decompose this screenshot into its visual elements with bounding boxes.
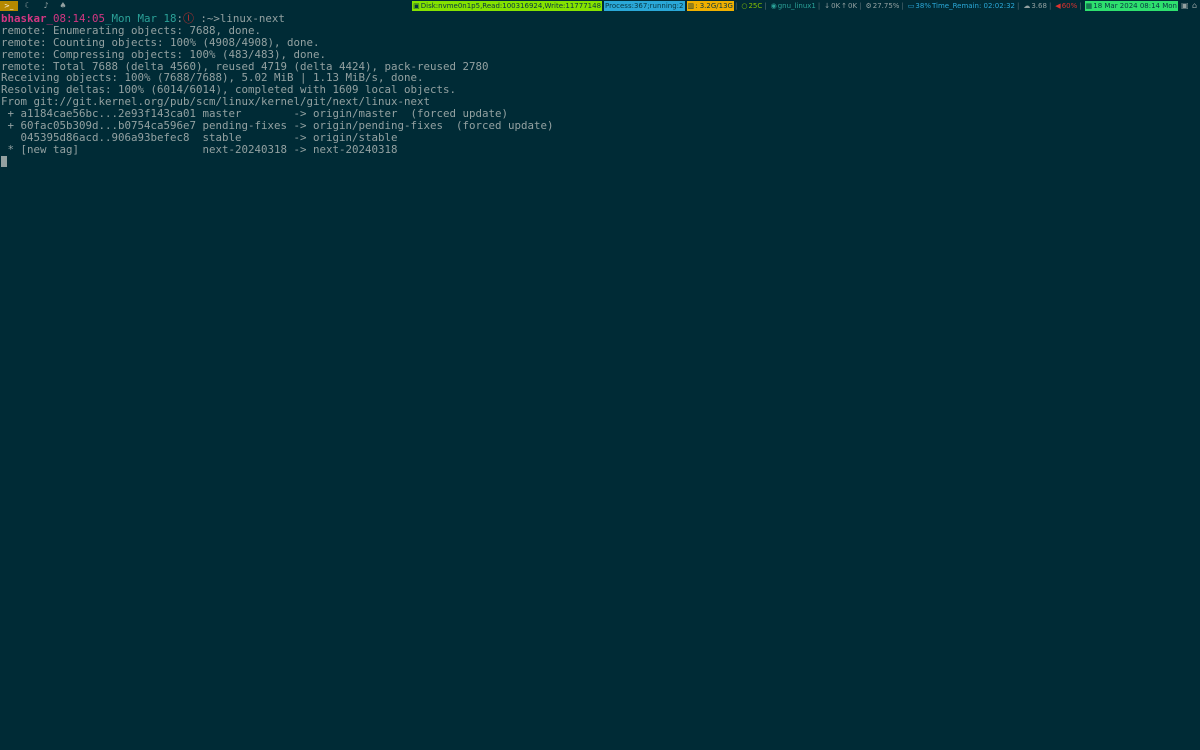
separator: | <box>1016 2 1020 10</box>
wifi-icon: ◉ <box>770 2 777 10</box>
terminal-cursor <box>1 156 7 167</box>
workspace-note[interactable]: ♪ <box>40 1 52 11</box>
disk-icon: ▣ <box>413 2 420 10</box>
process-text: Process:367;running:2 <box>605 2 684 10</box>
process-status: Process:367;running:2 <box>604 1 685 11</box>
tray-monitor-icon[interactable]: ▣ <box>1181 2 1189 10</box>
tray-lock-icon[interactable]: ⌂ <box>1192 2 1200 10</box>
separator: | <box>734 2 738 10</box>
wifi-status[interactable]: ◉ gnu_linux1 <box>770 1 817 11</box>
workspace-moon[interactable]: ☾ <box>22 1 34 11</box>
output-line: * [new tag] next-20240318 -> next-202403… <box>1 142 398 156</box>
status-bar: ▣ Disk:nvme0n1p5,Read:100316924,Write:11… <box>410 1 1200 11</box>
upload-text: 0K <box>848 2 858 10</box>
battery-status: ▭ 38% Time_Remain: 02:02:32 <box>907 1 1016 11</box>
separator: | <box>1048 2 1052 10</box>
separator: | <box>901 2 904 10</box>
temperature-text: 25C <box>748 2 763 10</box>
network-status: ↓ 0K ↑ 0K <box>823 1 858 11</box>
top-bar: >_ ☾ ♪ ♠ ▣ Disk:nvme0n1p5,Read:100316924… <box>0 0 1200 12</box>
memory-icon: ▥ <box>687 2 695 10</box>
disk-text: Disk:nvme0n1p5,Read:100316924,Write:1177… <box>420 2 602 10</box>
thermometer-icon: ○ <box>741 2 748 10</box>
workspace-terminal-active[interactable]: >_ <box>0 1 18 11</box>
volume-status[interactable]: ◀ 60% <box>1054 1 1078 11</box>
cpu-text: 27.75% <box>872 2 900 10</box>
output-line: remote: Enumerating objects: 7688, done. <box>1 23 262 37</box>
volume-text: 60% <box>1061 2 1078 10</box>
upload-icon: ↑ <box>841 2 848 10</box>
load-text: 3.68 <box>1031 2 1047 10</box>
separator: | <box>859 2 862 10</box>
note-icon: ♪ <box>43 1 49 10</box>
disk-status: ▣ Disk:nvme0n1p5,Read:100316924,Write:11… <box>412 1 603 11</box>
memory-text: : 3.2G/13G <box>695 2 733 10</box>
cpu-icon: ⚙ <box>865 2 872 10</box>
load-status: ☁ 3.68 <box>1022 1 1048 11</box>
temperature-status: ○ 25C <box>740 1 763 11</box>
terminal-output[interactable]: bhaskar_08:14:05_Mon Mar 18:ⓛ :~>linux-n… <box>1 13 1197 156</box>
datetime-status[interactable]: ▦ 18 Mar 2024 08:14 Mon <box>1084 1 1178 11</box>
cpu-status: ⚙ 27.75% <box>864 1 900 11</box>
separator: | <box>817 2 821 10</box>
terminal-icon: >_ <box>4 2 14 10</box>
flame-icon: ♠ <box>59 1 67 10</box>
moon-icon: ☾ <box>24 1 32 10</box>
speaker-icon: ◀ <box>1055 2 1061 10</box>
wifi-text: gnu_linux1 <box>777 2 816 10</box>
download-icon: ↓ <box>824 2 831 10</box>
datetime-text: 18 Mar 2024 08:14 Mon <box>1093 2 1177 10</box>
output-line: remote: Counting objects: 100% (4908/490… <box>1 35 320 49</box>
output-line: remote: Compressing objects: 100% (483/4… <box>1 47 327 61</box>
separator: | <box>1079 2 1082 10</box>
battery-text: 38% <box>915 2 931 10</box>
memory-status: ▥ : 3.2G/13G <box>686 1 734 11</box>
battery-icon: ▭ <box>907 2 915 10</box>
time-remain-text: Time_Remain: 02:02:32 <box>931 2 1015 10</box>
calendar-icon: ▦ <box>1085 2 1093 10</box>
workspace-flame[interactable]: ♠ <box>57 1 69 11</box>
download-text: 0K <box>831 2 841 10</box>
separator: | <box>764 2 767 10</box>
load-icon: ☁ <box>1023 2 1031 10</box>
output-line: 045395d86acd..906a93befec8 stable -> ori… <box>1 130 398 144</box>
